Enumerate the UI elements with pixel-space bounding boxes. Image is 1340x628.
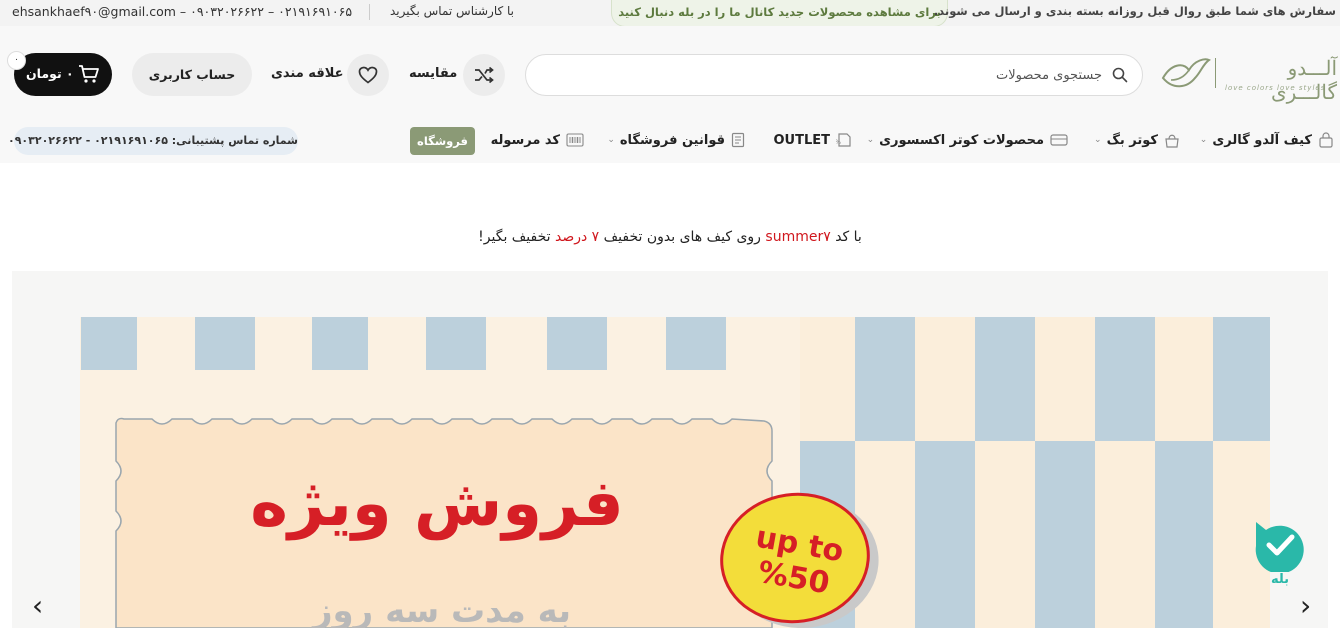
logo-name: آلـــدو گالـــری [1271,56,1337,104]
shop-button[interactable]: فروشگاه [410,127,475,155]
promo-text-middle: روی کیف های بدون تخفیف [603,229,761,245]
chevron-down-icon: ⌄ [1199,135,1208,145]
promo-code: summer۷ [765,229,831,245]
search-icon[interactable] [1112,67,1128,87]
discount-badge-text: up to %50 [753,519,847,602]
nav-item-label: OUTLET [773,132,830,148]
cart-icon [78,64,100,87]
nav-item-label: کیف آلدو گالری [1212,132,1312,148]
top-bar-divider [369,4,370,20]
chevron-down-icon: ⌄ [866,135,875,145]
contact-email-phones[interactable]: ehsankhaef۹۰@gmail.com – ۰۹۰۳۲۰۲۶۶۲۲ – ۰… [12,4,352,19]
promo-discount: ۷ درصد [554,229,600,245]
svg-text:%: % [836,139,841,146]
wishlist-button[interactable] [347,54,389,96]
cart-total: ۰ تومان [26,66,74,81]
compare-button[interactable] [463,54,505,96]
promo-line: با کد summer۷ روی کیف های بدون تخفیف ۷ د… [0,229,1340,245]
nav-item-label: کد مرسوله [490,132,560,148]
bale-label: بله [1270,572,1290,587]
bag-icon [1318,132,1334,148]
nav-item-label: محصولات کوتر اکسسوری [879,132,1044,148]
support-phone-pill[interactable]: شماره تماس پشتیبانی: ۰۲۱۹۱۶۹۱۰۶۵ - ۰۹۰۳۲… [8,127,298,155]
nav-item-coter-bag[interactable]: کوتر بگ ⌄ [1094,130,1180,150]
nav-item-aldo-bags[interactable]: کیف آلدو گالری ⌄ [1200,130,1334,150]
logo-tagline: love colors love styles [1225,84,1326,92]
handbag-icon [1164,132,1180,148]
document-icon [731,132,745,148]
cart-button[interactable]: ۰ تومان [14,53,112,96]
heart-icon [358,66,378,84]
top-bar: ehsankhaef۹۰@gmail.com – ۰۹۰۳۲۰۲۶۶۲۲ – ۰… [0,0,1340,27]
search-box [525,54,1143,96]
nav-item-coter-accessories[interactable]: محصولات کوتر اکسسوری ⌄ [867,130,1068,150]
tag-icon: % [836,132,852,148]
bird-logo-icon [1161,58,1211,88]
shipping-notice: سفارش های شما طبق روال قبل روزانه بسته ب… [933,4,1336,18]
contact-expert-link[interactable]: با کارشناس تماس بگیرید [390,4,514,18]
shuffle-icon [475,66,494,84]
cart-count-badge: ۰ [7,51,26,70]
bale-channel-banner[interactable]: برای مشاهده محصولات جدید کانال ما را در … [611,0,948,27]
promo-text-after: تخفیف بگیر! [478,229,551,245]
barcode-icon [566,133,584,147]
wishlist-label[interactable]: علاقه مندی [271,66,343,81]
slider-next-arrow[interactable]: › [1300,592,1311,620]
chevron-down-icon: ⌄ [1094,135,1102,145]
banner-artwork [80,317,1270,628]
banner-headline: فروش ویژه [250,467,624,541]
logo-divider [1215,58,1216,88]
slider-prev-arrow[interactable]: ‹ [32,592,43,620]
chevron-down-icon: ⌄ [607,135,615,145]
nav-item-label: کوتر بگ [1106,132,1158,148]
promo-text-before: با کد [835,229,862,245]
nav-item-outlet[interactable]: % OUTLET [773,130,852,150]
hero-banner[interactable]: فروش ویژه به مدت سه روز up to %50 [12,271,1328,628]
site-logo[interactable]: آلـــدو گالـــری love colors love styles [1161,54,1337,104]
compare-label[interactable]: مقایسه [409,66,457,81]
account-button[interactable]: حساب کاربری [132,53,252,96]
wallet-icon [1050,133,1068,147]
bale-logo-icon [1255,522,1304,574]
nav-item-label: قوانین فروشگاه [619,132,725,148]
search-input[interactable] [562,64,1102,86]
nav-item-store-rules[interactable]: قوانین فروشگاه ⌄ [607,130,745,150]
banner-subline: به مدت سه روز [312,591,572,628]
bale-chat-widget[interactable]: بله [1252,518,1308,592]
nav-item-tracking-code[interactable]: کد مرسوله [491,130,584,150]
